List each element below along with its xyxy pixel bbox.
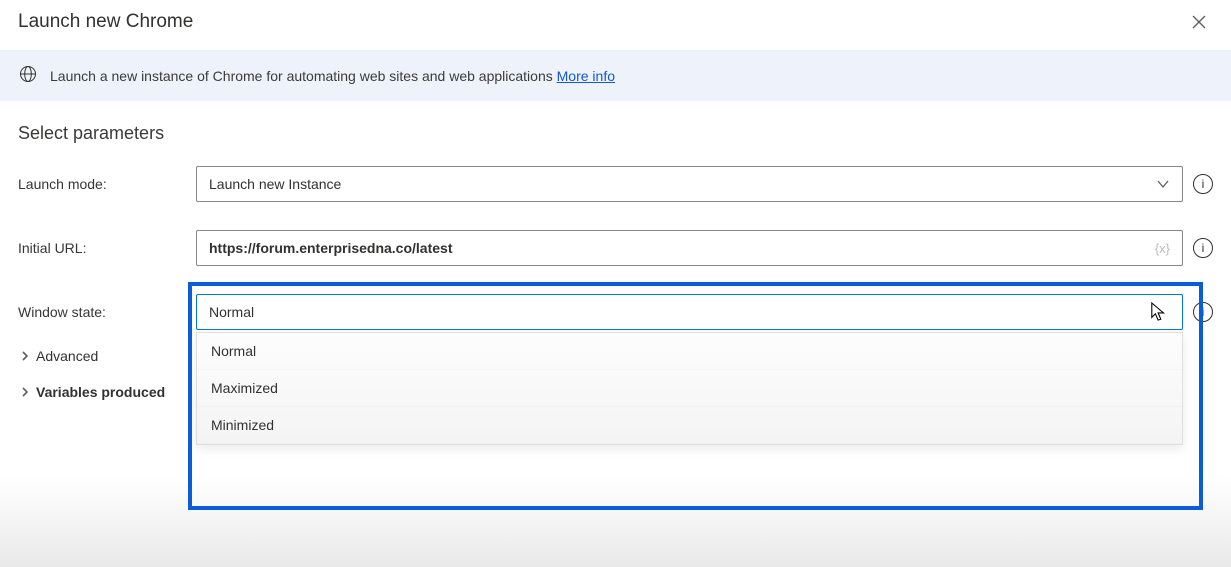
label-initial-url: Initial URL: [18,240,196,256]
window-state-value: Normal [209,304,254,320]
launch-mode-value: Launch new Instance [209,176,341,192]
dialog-header: Launch new Chrome [0,0,1231,50]
chevron-right-icon [20,348,30,364]
banner-text: Launch a new instance of Chrome for auto… [50,68,615,84]
info-icon-launch-mode[interactable]: i [1193,174,1213,194]
info-banner: Launch a new instance of Chrome for auto… [0,50,1231,101]
mouse-cursor-icon [1150,301,1168,326]
dropdown-option-maximized[interactable]: Maximized [197,370,1182,407]
launch-mode-select[interactable]: Launch new Instance [196,166,1183,202]
window-state-select[interactable]: Normal [196,294,1183,330]
window-state-dropdown: Normal Maximized Minimized [196,332,1183,445]
row-window-state: Window state: Normal Normal Maximized Mi… [18,294,1213,330]
bottom-gradient [0,477,1231,567]
dialog-title: Launch new Chrome [18,11,193,33]
info-icon-initial-url[interactable]: i [1193,238,1213,258]
initial-url-input[interactable]: https://forum.enterprisedna.co/latest {x… [196,230,1183,266]
close-icon [1192,15,1206,29]
row-launch-mode: Launch mode: Launch new Instance i [18,166,1213,202]
chevron-down-icon [1156,177,1170,191]
label-window-state: Window state: [18,304,196,320]
info-icon-window-state[interactable]: i [1193,302,1213,322]
globe-icon [18,64,38,87]
initial-url-value: https://forum.enterprisedna.co/latest [209,240,452,256]
more-info-link[interactable]: More info [557,68,615,84]
variables-produced-label: Variables produced [36,384,165,400]
dropdown-option-normal[interactable]: Normal [197,333,1182,370]
dropdown-option-minimized[interactable]: Minimized [197,407,1182,444]
chevron-right-icon [20,384,30,400]
close-button[interactable] [1185,8,1213,36]
advanced-label: Advanced [36,348,98,364]
label-launch-mode: Launch mode: [18,176,196,192]
section-title: Select parameters [18,123,1213,144]
banner-description: Launch a new instance of Chrome for auto… [50,68,557,84]
parameters-section: Select parameters Launch mode: Launch ne… [0,101,1231,400]
row-initial-url: Initial URL: https://forum.enterprisedna… [18,230,1213,266]
variable-token-icon[interactable]: {x} [1155,241,1170,256]
